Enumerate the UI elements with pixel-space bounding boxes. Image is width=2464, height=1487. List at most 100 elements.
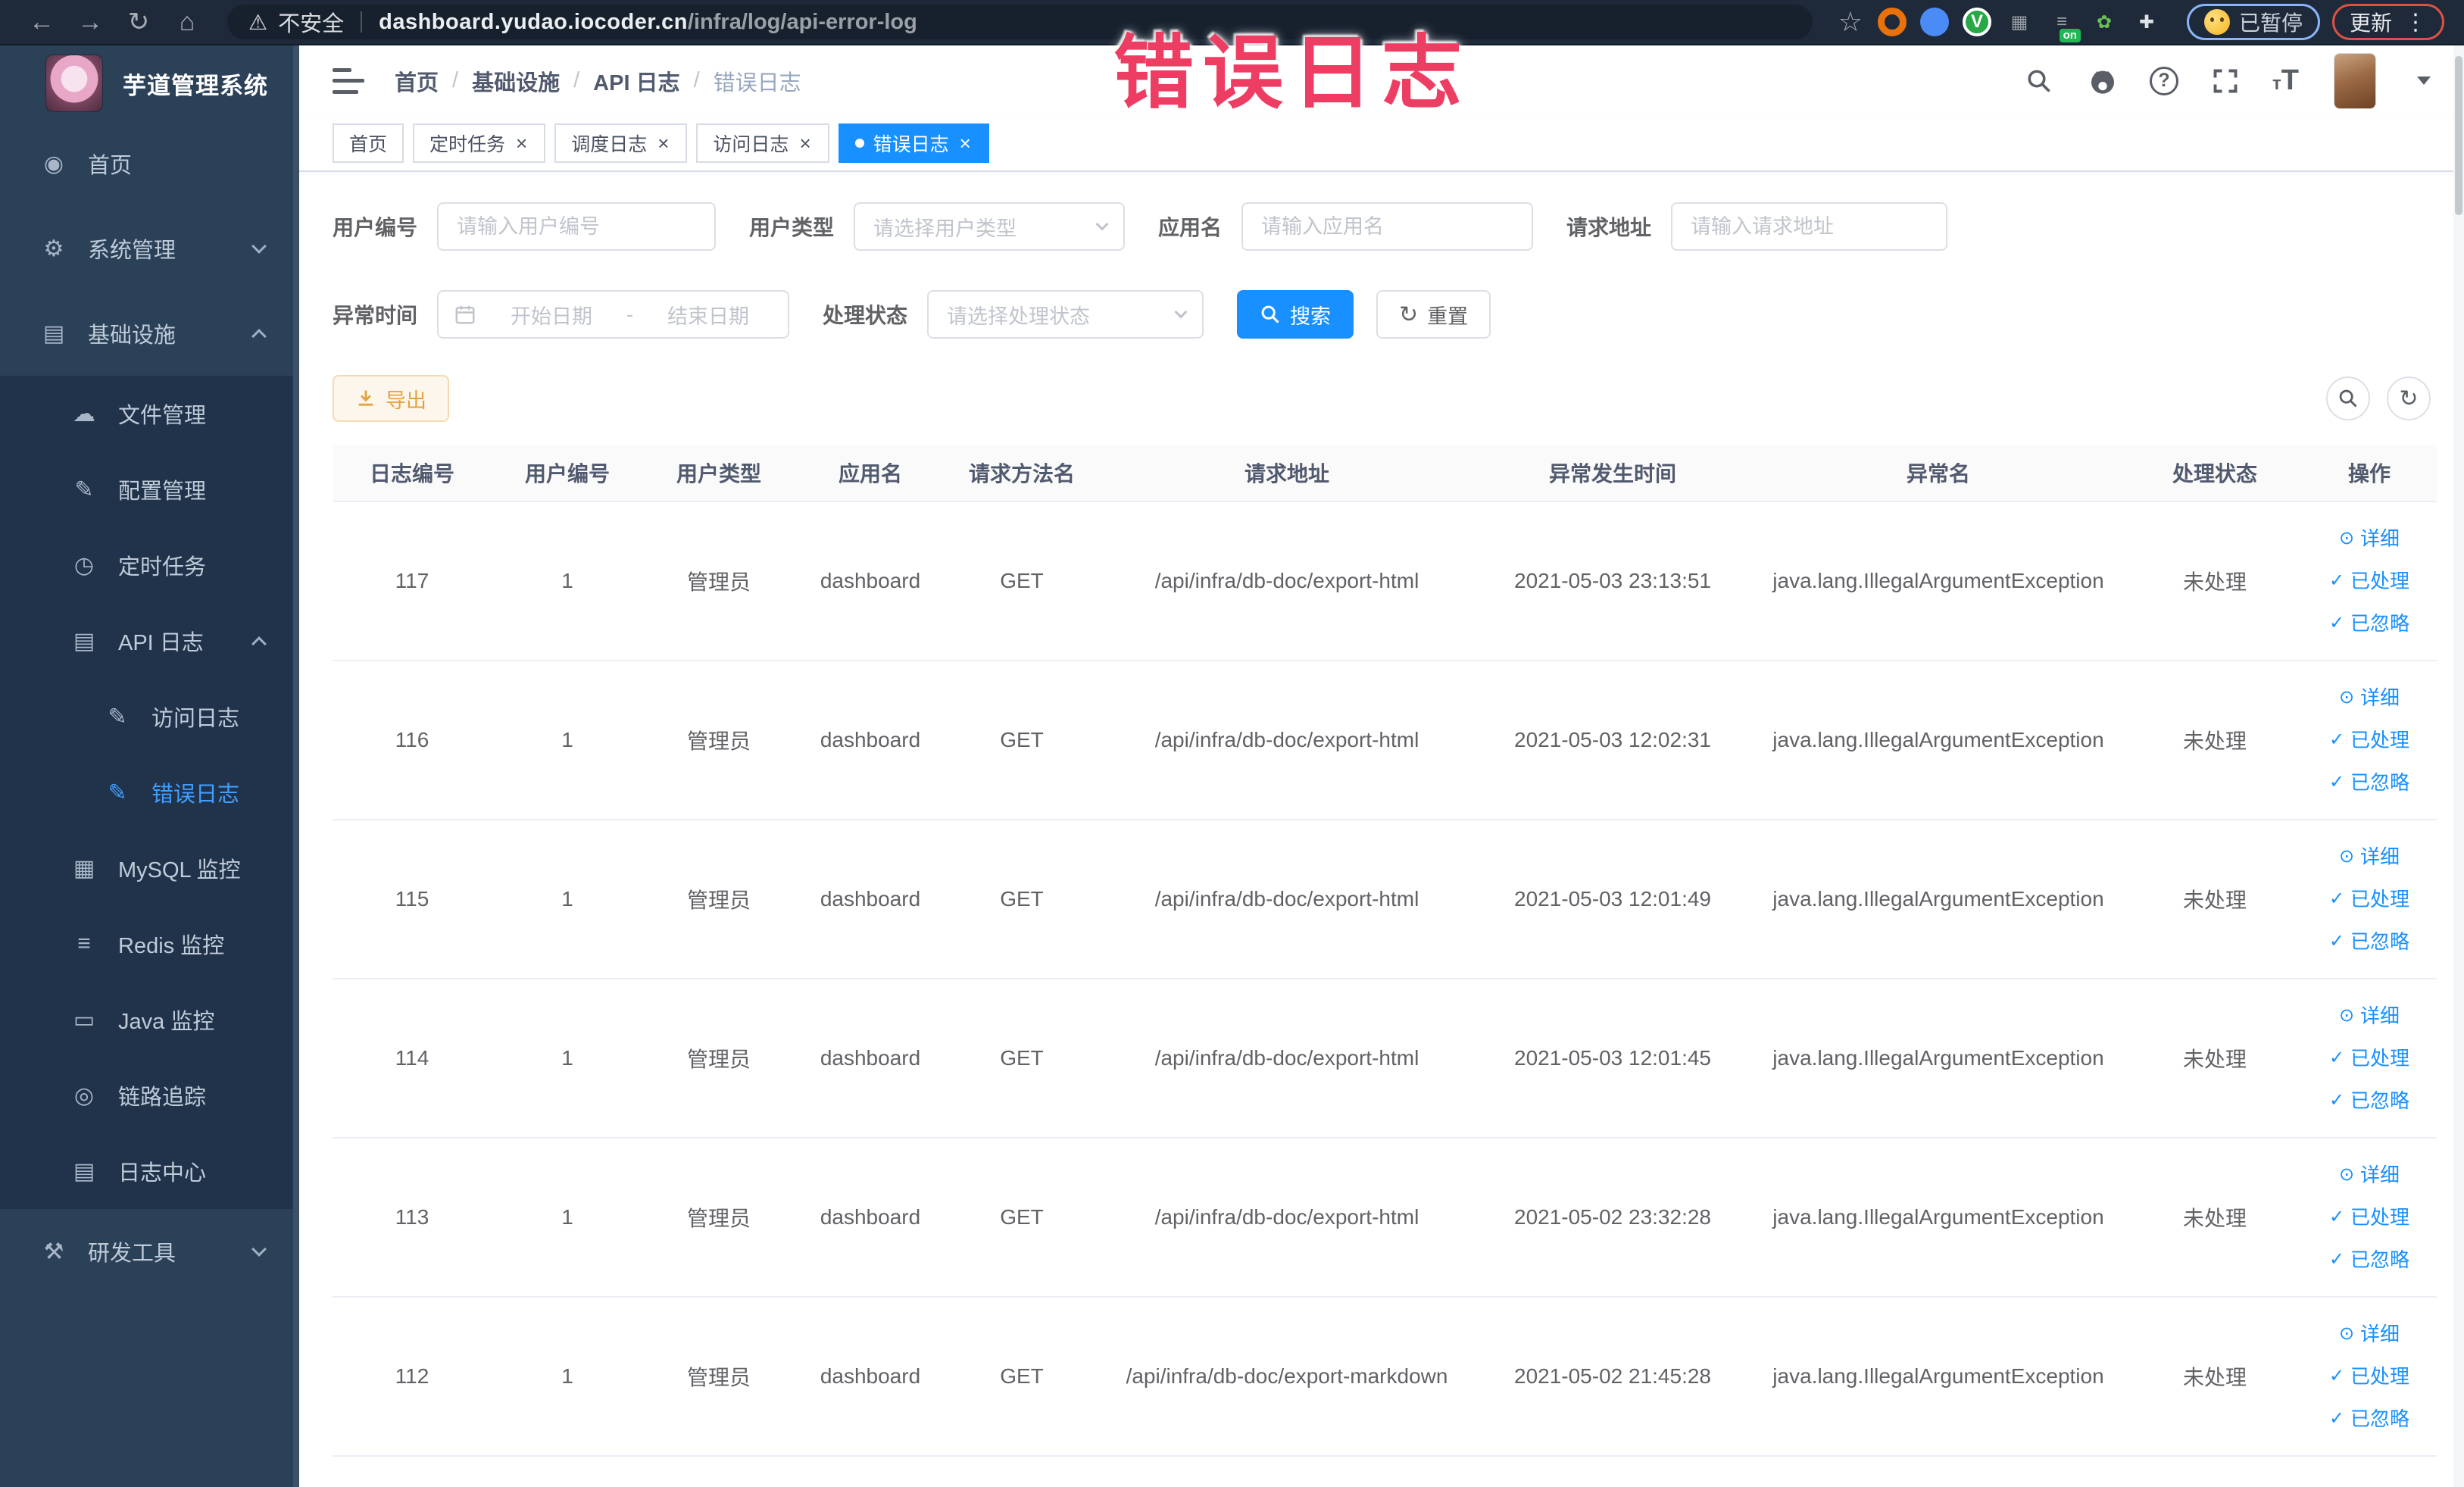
cell-url: /api/infra/db-doc/export-html bbox=[1154, 1205, 1419, 1229]
adblock-icon[interactable] bbox=[1877, 8, 1907, 36]
user-type-select[interactable]: 请选择用户类型 bbox=[854, 202, 1126, 251]
breadcrumb-api-log[interactable]: API 日志 bbox=[593, 65, 679, 97]
app-logo[interactable]: 芋道管理系统 bbox=[0, 45, 299, 121]
log-doc-icon: ▤ bbox=[73, 1158, 95, 1184]
sidebar-toggle-icon[interactable] bbox=[333, 67, 364, 94]
sidebar-item-log-center[interactable]: ▤ 日志中心 bbox=[0, 1133, 299, 1209]
user-avatar[interactable] bbox=[2334, 52, 2376, 109]
ignored-link[interactable]: ✓ 已忽略 bbox=[2329, 604, 2409, 642]
detail-link[interactable]: ⊙ 详细 bbox=[2339, 520, 2400, 558]
ignored-link[interactable]: ✓ 已忽略 bbox=[2329, 1082, 2409, 1120]
tab-access-log[interactable]: 访问日志 × bbox=[696, 123, 829, 164]
sidebar-scrollbar[interactable] bbox=[293, 45, 299, 1487]
close-icon[interactable]: × bbox=[798, 133, 812, 153]
search-icon[interactable] bbox=[2022, 64, 2056, 98]
forward-icon[interactable]: → bbox=[68, 8, 112, 37]
sidebar-item-infrastructure[interactable]: ▤ 基础设施 bbox=[0, 291, 299, 376]
sidebar-item-config-management[interactable]: ✎ 配置管理 bbox=[0, 451, 299, 527]
sidebar-item-error-log[interactable]: ✎ 错误日志 bbox=[0, 754, 299, 830]
reload-icon[interactable]: ↻ bbox=[117, 7, 161, 37]
browser-update-button[interactable]: 更新 ⋮ bbox=[2331, 4, 2444, 40]
sidebar-item-mysql-monitor[interactable]: ▦ MySQL 监控 bbox=[0, 830, 299, 906]
onetab-icon[interactable]: ≡ on bbox=[2047, 8, 2081, 42]
tab-grid-icon[interactable]: ▦ bbox=[2005, 8, 2034, 36]
processed-link[interactable]: ✓ 已处理 bbox=[2329, 1198, 2409, 1236]
logo-avatar bbox=[45, 55, 103, 112]
processed-link[interactable]: ✓ 已处理 bbox=[2329, 721, 2409, 759]
detail-link[interactable]: ⊙ 详细 bbox=[2339, 679, 2400, 717]
filter-user-type: 用户类型 请选择用户类型 bbox=[749, 202, 1126, 251]
not-secure-label: 不安全 bbox=[278, 12, 345, 36]
breadcrumb-infrastructure[interactable]: 基础设施 bbox=[472, 65, 560, 97]
refresh-button[interactable]: ↻ bbox=[2387, 376, 2431, 420]
close-icon[interactable]: × bbox=[958, 133, 973, 153]
sidebar-item-api-log[interactable]: ▤ API 日志 bbox=[0, 603, 299, 679]
scrollbar-thumb[interactable] bbox=[2455, 56, 2462, 215]
sidebar-item-java-monitor[interactable]: ▭ Java 监控 bbox=[0, 982, 299, 1057]
sprout-icon[interactable]: ✿ bbox=[2090, 8, 2119, 36]
ignored-link[interactable]: ✓ 已忽略 bbox=[2329, 923, 2409, 961]
cell-method: GET bbox=[1000, 728, 1044, 751]
tab-label: 首页 bbox=[349, 134, 388, 156]
close-icon[interactable]: × bbox=[514, 133, 529, 153]
sidebar-item-file-management[interactable]: ☁ 文件管理 bbox=[0, 376, 299, 451]
paused-extension-badge[interactable]: 已暂停 bbox=[2186, 4, 2320, 40]
sidebar-item-home[interactable]: ◉ 首页 bbox=[0, 121, 299, 206]
vpn-shield-icon[interactable] bbox=[1919, 8, 1949, 36]
browser-menu-icon[interactable]: ⋮ bbox=[2404, 9, 2427, 36]
processed-link[interactable]: ✓ 已处理 bbox=[2329, 880, 2409, 918]
tab-schedule-log[interactable]: 调度日志 × bbox=[554, 123, 688, 164]
puzzle-icon[interactable]: ✚ bbox=[2132, 8, 2161, 36]
reset-button[interactable]: ↻ 重置 bbox=[1376, 290, 1491, 339]
request-url-label: 请求地址 bbox=[1566, 216, 1652, 239]
help-icon[interactable]: ? bbox=[2150, 66, 2179, 95]
tab-scheduled-task[interactable]: 定时任务 × bbox=[413, 123, 546, 164]
check-icon: ✓ bbox=[2328, 613, 2345, 633]
close-icon[interactable]: × bbox=[656, 133, 670, 153]
back-icon[interactable]: ← bbox=[20, 8, 64, 37]
column-header-url: 请求地址 bbox=[1244, 462, 1329, 486]
ignored-link[interactable]: ✓ 已忽略 bbox=[2329, 764, 2409, 801]
toggle-search-button[interactable] bbox=[2326, 376, 2370, 420]
github-icon[interactable] bbox=[2086, 64, 2119, 98]
column-header-method: 请求方法名 bbox=[968, 462, 1075, 486]
app-name-label: 应用名 bbox=[1158, 216, 1223, 239]
breadcrumb-home[interactable]: 首页 bbox=[395, 65, 439, 97]
tab-error-log[interactable]: 错误日志 × bbox=[838, 123, 989, 164]
processed-link[interactable]: ✓ 已处理 bbox=[2329, 1039, 2409, 1077]
search-button[interactable]: 搜索 bbox=[1237, 290, 1354, 339]
date-range-picker[interactable]: 开始日期 - 结束日期 bbox=[437, 290, 790, 339]
sidebar-item-redis-monitor[interactable]: ≡ Redis 监控 bbox=[0, 906, 299, 982]
app-name-input[interactable] bbox=[1241, 202, 1534, 251]
page-scrollbar[interactable] bbox=[2453, 45, 2464, 1487]
chevron-down-icon[interactable] bbox=[2417, 77, 2431, 86]
processed-link[interactable]: ✓ 已处理 bbox=[2329, 562, 2409, 600]
sidebar-item-scheduled-task[interactable]: ◷ 定时任务 bbox=[0, 527, 299, 603]
check-icon: ✓ bbox=[2328, 729, 2345, 750]
processed-link[interactable]: ✓ 已处理 bbox=[2329, 1357, 2409, 1395]
sidebar-item-dev-tools[interactable]: ⚒ 研发工具 bbox=[0, 1209, 299, 1294]
bookmark-star-icon[interactable]: ☆ bbox=[1838, 6, 1863, 38]
cell-method: GET bbox=[1000, 1364, 1044, 1388]
tab-home[interactable]: 首页 bbox=[333, 123, 404, 164]
sidebar-item-system-management[interactable]: ⚙ 系统管理 bbox=[0, 206, 299, 291]
detail-link[interactable]: ⊙ 详细 bbox=[2339, 1315, 2400, 1353]
detail-link[interactable]: ⊙ 详细 bbox=[2339, 838, 2400, 876]
v-extension-icon[interactable]: V bbox=[1962, 8, 1991, 36]
sidebar-item-label: 访问日志 bbox=[151, 707, 240, 731]
ignored-link[interactable]: ✓ 已忽略 bbox=[2329, 1241, 2409, 1279]
sidebar-item-trace[interactable]: ◎ 链路追踪 bbox=[0, 1057, 299, 1133]
font-size-icon[interactable]: тT bbox=[2272, 64, 2299, 97]
process-status-select[interactable]: 请选择处理状态 bbox=[927, 290, 1204, 339]
detail-link[interactable]: ⊙ 详细 bbox=[2339, 997, 2400, 1035]
home-icon[interactable]: ⌂ bbox=[165, 8, 209, 37]
ignored-link[interactable]: ✓ 已忽略 bbox=[2329, 1400, 2409, 1438]
request-url-input[interactable] bbox=[1671, 202, 1948, 251]
table-row: 112 1 管理员 dashboard GET/api/infra/db-doc/exp… bbox=[333, 1298, 2437, 1457]
fullscreen-icon[interactable] bbox=[2209, 64, 2242, 98]
sidebar-item-access-log[interactable]: ✎ 访问日志 bbox=[0, 679, 299, 754]
export-button[interactable]: 导出 bbox=[333, 375, 449, 422]
user-id-input[interactable] bbox=[437, 202, 717, 251]
address-bar[interactable]: ⚠ 不安全 dashboard.yudao.iocoder.cn/infra/l… bbox=[227, 5, 1813, 39]
detail-link[interactable]: ⊙ 详细 bbox=[2339, 1156, 2400, 1194]
